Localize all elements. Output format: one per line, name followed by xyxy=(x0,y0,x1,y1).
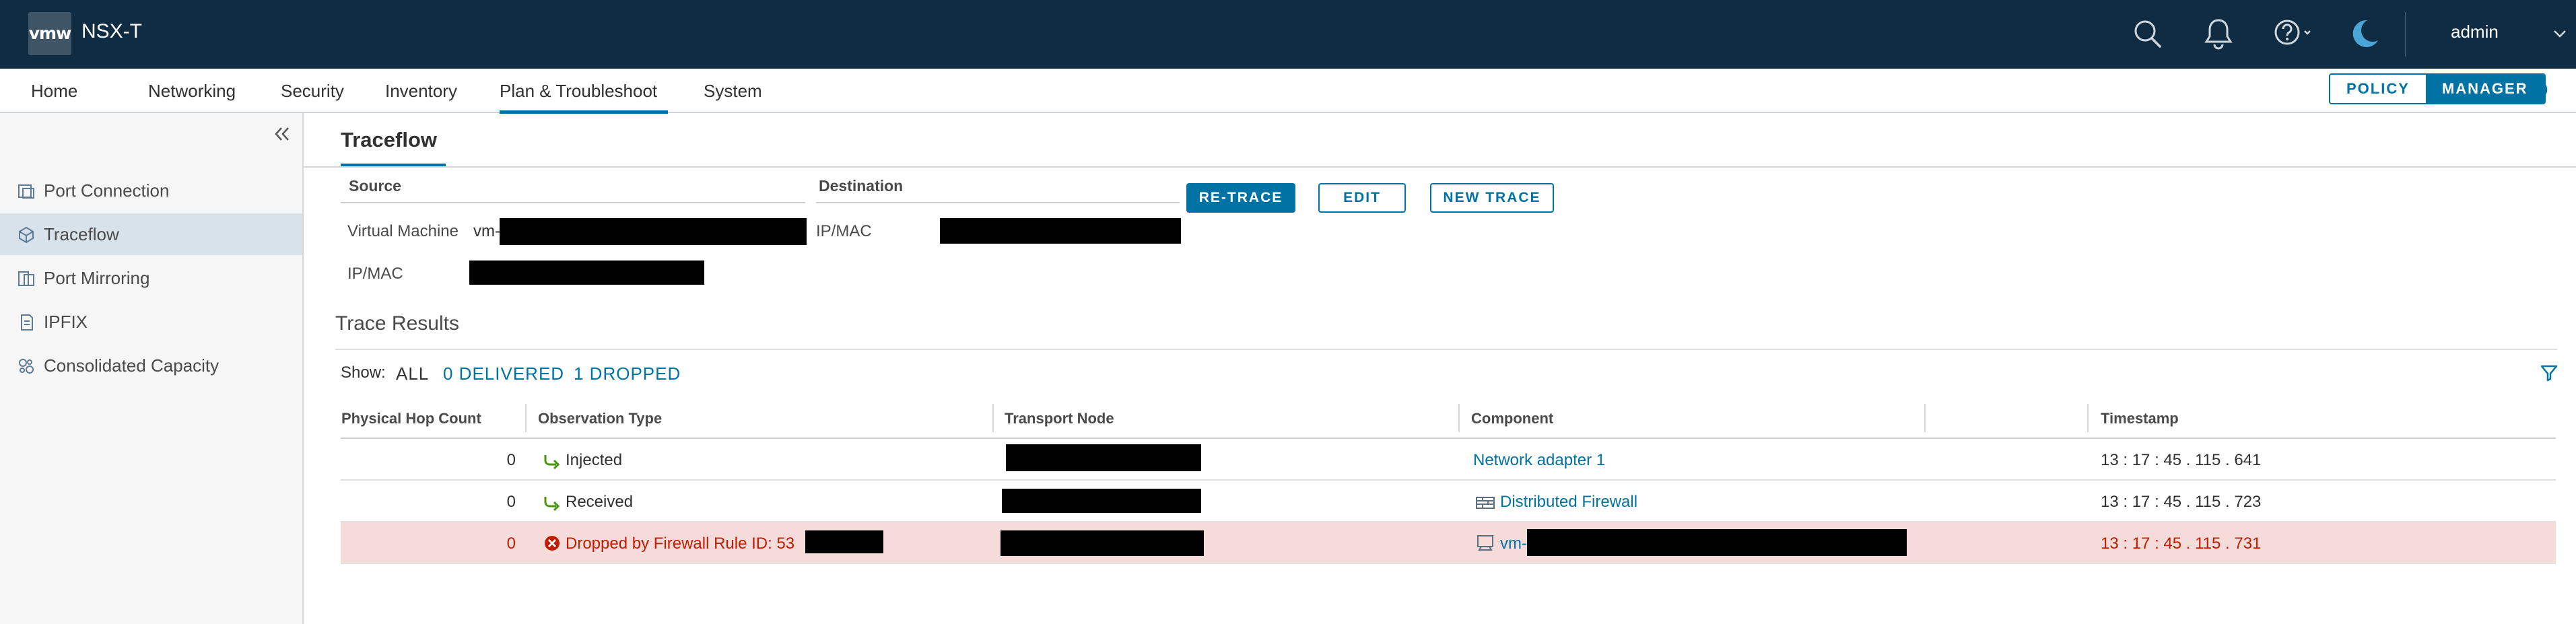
sidebar-item-port-connection[interactable]: Port Connection xyxy=(0,170,302,211)
retrace-button[interactable]: RE-TRACE xyxy=(1186,183,1295,213)
app-title: NSX-T xyxy=(81,20,142,42)
traceflow-icon xyxy=(16,225,36,248)
nav-plan-troubleshoot[interactable]: Plan & Troubleshoot xyxy=(500,81,657,102)
column-header-observation-type[interactable]: Observation Type xyxy=(538,410,662,427)
timestamp: 13 : 17 : 45 . 115 . 731 xyxy=(2101,534,2262,553)
timestamp: 13 : 17 : 45 . 115 . 723 xyxy=(2101,493,2262,511)
sidebar-item-traceflow[interactable]: Traceflow xyxy=(0,213,302,255)
vmware-logo: vmw xyxy=(28,12,71,55)
chevron-down-icon[interactable] xyxy=(2552,27,2568,44)
observation-type: Received xyxy=(566,493,634,511)
nav-home[interactable]: Home xyxy=(31,81,77,102)
hop-count: 0 xyxy=(506,451,516,469)
sidebar-item-label: Consolidated Capacity xyxy=(44,355,219,376)
policy-mode-button[interactable]: POLICY xyxy=(2330,75,2426,103)
table-row[interactable]: 0 Injected Network adapter 1 13 : 17 : 4… xyxy=(341,439,2556,481)
redacted-transport-node xyxy=(1006,444,1201,471)
nav-system[interactable]: System xyxy=(704,81,762,102)
redacted-destination-ipmac xyxy=(940,218,1181,244)
source-vm-label: Virtual Machine xyxy=(347,222,459,240)
help-icon[interactable] xyxy=(2272,16,2315,51)
moon-icon[interactable] xyxy=(2348,16,2381,51)
filter-icon[interactable] xyxy=(2540,363,2558,386)
firewall-icon xyxy=(1476,495,1495,514)
sidebar-item-port-mirroring[interactable]: Port Mirroring xyxy=(0,257,302,299)
sidebar-item-label: IPFIX xyxy=(44,312,88,332)
port-mirroring-icon xyxy=(16,269,36,292)
column-separator xyxy=(992,404,994,432)
trace-results-title: Trace Results xyxy=(335,312,459,335)
redacted-vm-name xyxy=(1527,529,1907,556)
sidebar: Port Connection Traceflow Port Mirroring… xyxy=(0,113,304,624)
table-row[interactable]: 0 Received Distributed Firewall 13 : 17 … xyxy=(341,481,2556,522)
component-link[interactable]: Distributed Firewall xyxy=(1500,493,1637,512)
bell-icon[interactable] xyxy=(2203,16,2234,51)
divider xyxy=(335,349,2557,350)
redacted-source-ipmac xyxy=(469,261,704,285)
sidebar-item-ipfix[interactable]: IPFIX xyxy=(0,301,302,343)
capacity-icon xyxy=(16,356,36,380)
success-arrow-icon xyxy=(543,494,562,516)
nav-inventory[interactable]: Inventory xyxy=(385,81,457,102)
success-arrow-icon xyxy=(543,452,562,475)
new-trace-button[interactable]: NEW TRACE xyxy=(1430,183,1554,213)
column-header-hop-count[interactable]: Physical Hop Count xyxy=(341,410,481,427)
column-separator xyxy=(1924,404,1926,432)
column-separator xyxy=(525,404,527,432)
vm-icon xyxy=(1476,534,1495,556)
show-filter-label: Show: xyxy=(341,363,386,382)
destination-ipmac-label: IP/MAC xyxy=(816,222,872,240)
component-link[interactable]: Network adapter 1 xyxy=(1473,451,1605,470)
column-separator xyxy=(2087,404,2089,432)
observation-type: Injected xyxy=(566,451,623,469)
sidebar-item-label: Port Mirroring xyxy=(44,268,150,288)
nav-active-indicator xyxy=(500,110,668,114)
info-icon[interactable] xyxy=(2527,79,2548,104)
page-title: Traceflow xyxy=(341,128,437,151)
nav-security[interactable]: Security xyxy=(281,81,344,102)
ipfix-icon xyxy=(16,312,36,336)
user-menu[interactable]: admin xyxy=(2451,22,2499,42)
component-link[interactable]: vm- xyxy=(1500,534,1527,553)
edit-button[interactable]: EDIT xyxy=(1318,183,1406,213)
destination-heading: Destination xyxy=(819,177,904,195)
sidebar-item-label: Port Connection xyxy=(44,180,170,201)
port-connection-icon xyxy=(16,181,36,205)
sidebar-item-consolidated-capacity[interactable]: Consolidated Capacity xyxy=(0,345,302,386)
main-nav: Home Networking Security Inventory Plan … xyxy=(0,69,2576,114)
error-icon xyxy=(543,534,562,557)
hop-count: 0 xyxy=(506,493,516,511)
hop-count: 0 xyxy=(506,534,516,553)
filter-all[interactable]: ALL xyxy=(396,363,429,384)
mode-toggle: POLICY MANAGER xyxy=(2329,73,2546,104)
collapse-sidebar-icon[interactable] xyxy=(272,124,292,147)
divider xyxy=(816,202,1180,203)
column-header-timestamp[interactable]: Timestamp xyxy=(2101,410,2179,427)
redacted-transport-node xyxy=(1001,530,1204,556)
filter-delivered[interactable]: 0 DELIVERED xyxy=(443,363,564,384)
source-vm-value: vm- xyxy=(473,222,500,240)
column-header-transport-node[interactable]: Transport Node xyxy=(1005,410,1114,427)
search-icon[interactable] xyxy=(2132,16,2164,51)
app-header: vmw NSX-T admin xyxy=(0,0,2576,69)
filter-dropped[interactable]: 1 DROPPED xyxy=(574,363,681,384)
observation-type: Dropped by Firewall Rule ID: 53 xyxy=(566,534,795,553)
source-heading: Source xyxy=(349,177,401,195)
divider xyxy=(341,202,805,203)
redacted-rule-id xyxy=(805,530,883,553)
redacted-transport-node xyxy=(1002,489,1201,513)
redacted-vm-name xyxy=(500,218,807,245)
header-divider xyxy=(2405,12,2406,57)
table-row-dropped[interactable]: 0 Dropped by Firewall Rule ID: 53 vm- 13… xyxy=(341,522,2556,564)
sidebar-item-label: Traceflow xyxy=(44,224,119,244)
column-separator xyxy=(1458,404,1460,432)
timestamp: 13 : 17 : 45 . 115 . 641 xyxy=(2101,451,2262,469)
source-ipmac-label: IP/MAC xyxy=(347,265,403,283)
divider xyxy=(304,166,2576,168)
column-header-component[interactable]: Component xyxy=(1471,410,1553,427)
nav-networking[interactable]: Networking xyxy=(148,81,236,102)
